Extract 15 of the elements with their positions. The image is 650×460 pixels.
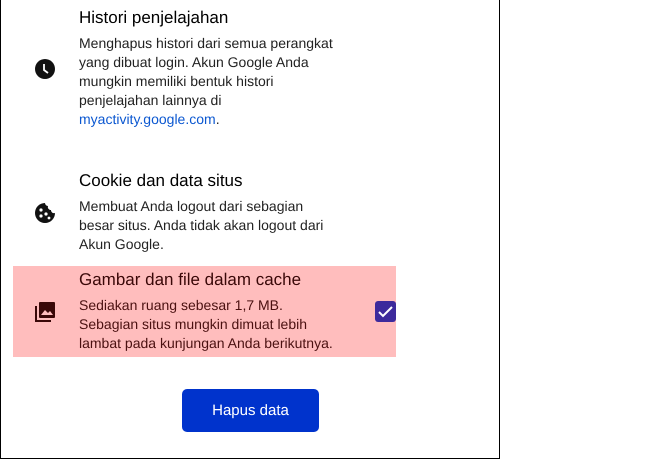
clock-icon bbox=[35, 58, 55, 78]
option-description: Sediakan ruang sebesar 1,7 MB. Sebagian situs mungkin dimuat lebih lambat pada kunjungan Anda berikutnya. bbox=[79, 296, 334, 353]
option-row[interactable]: Cookie dan data situs Membuat Anda logout dari sebagian besar situs. Anda tidak akan logout dari Akun Google. bbox=[13, 139, 396, 266]
option-description: Menghapus histori dari semua perangkat yang dibuat login. Akun Google Anda mungkin memiliki bentuk histori penjelajahan lainnya di myactivity.google.com. bbox=[79, 34, 334, 129]
clear-data-button[interactable]: Hapus data bbox=[182, 389, 319, 432]
checkbox[interactable] bbox=[375, 301, 396, 322]
option-title: Histori penjelajahan bbox=[79, 8, 230, 28]
option-title: Gambar dan file dalam cache bbox=[79, 270, 302, 290]
images-icon bbox=[33, 300, 57, 324]
activity-link[interactable]: myactivity.google.com bbox=[79, 111, 216, 127]
option-row[interactable]: Gambar dan file dalam cache Sediakan ruang sebesar 1,7 MB. Sebagian situs mungkin dimuat lebih lambat pada kunjungan Anda berikutnya. bbox=[13, 266, 396, 357]
option-title: Cookie dan data situs bbox=[79, 171, 244, 191]
cookie-icon bbox=[34, 202, 56, 224]
option-row[interactable]: Histori penjelajahan Menghapus histori dari semua perangkat yang dibuat login. Akun Google Anda mungkin memiliki bentuk histori penjelajahan lainnya di myactivity.google.com. bbox=[13, 0, 396, 139]
option-description: Membuat Anda logout dari sebagian besar situs. Anda tidak akan logout dari Akun Google. bbox=[79, 197, 324, 254]
